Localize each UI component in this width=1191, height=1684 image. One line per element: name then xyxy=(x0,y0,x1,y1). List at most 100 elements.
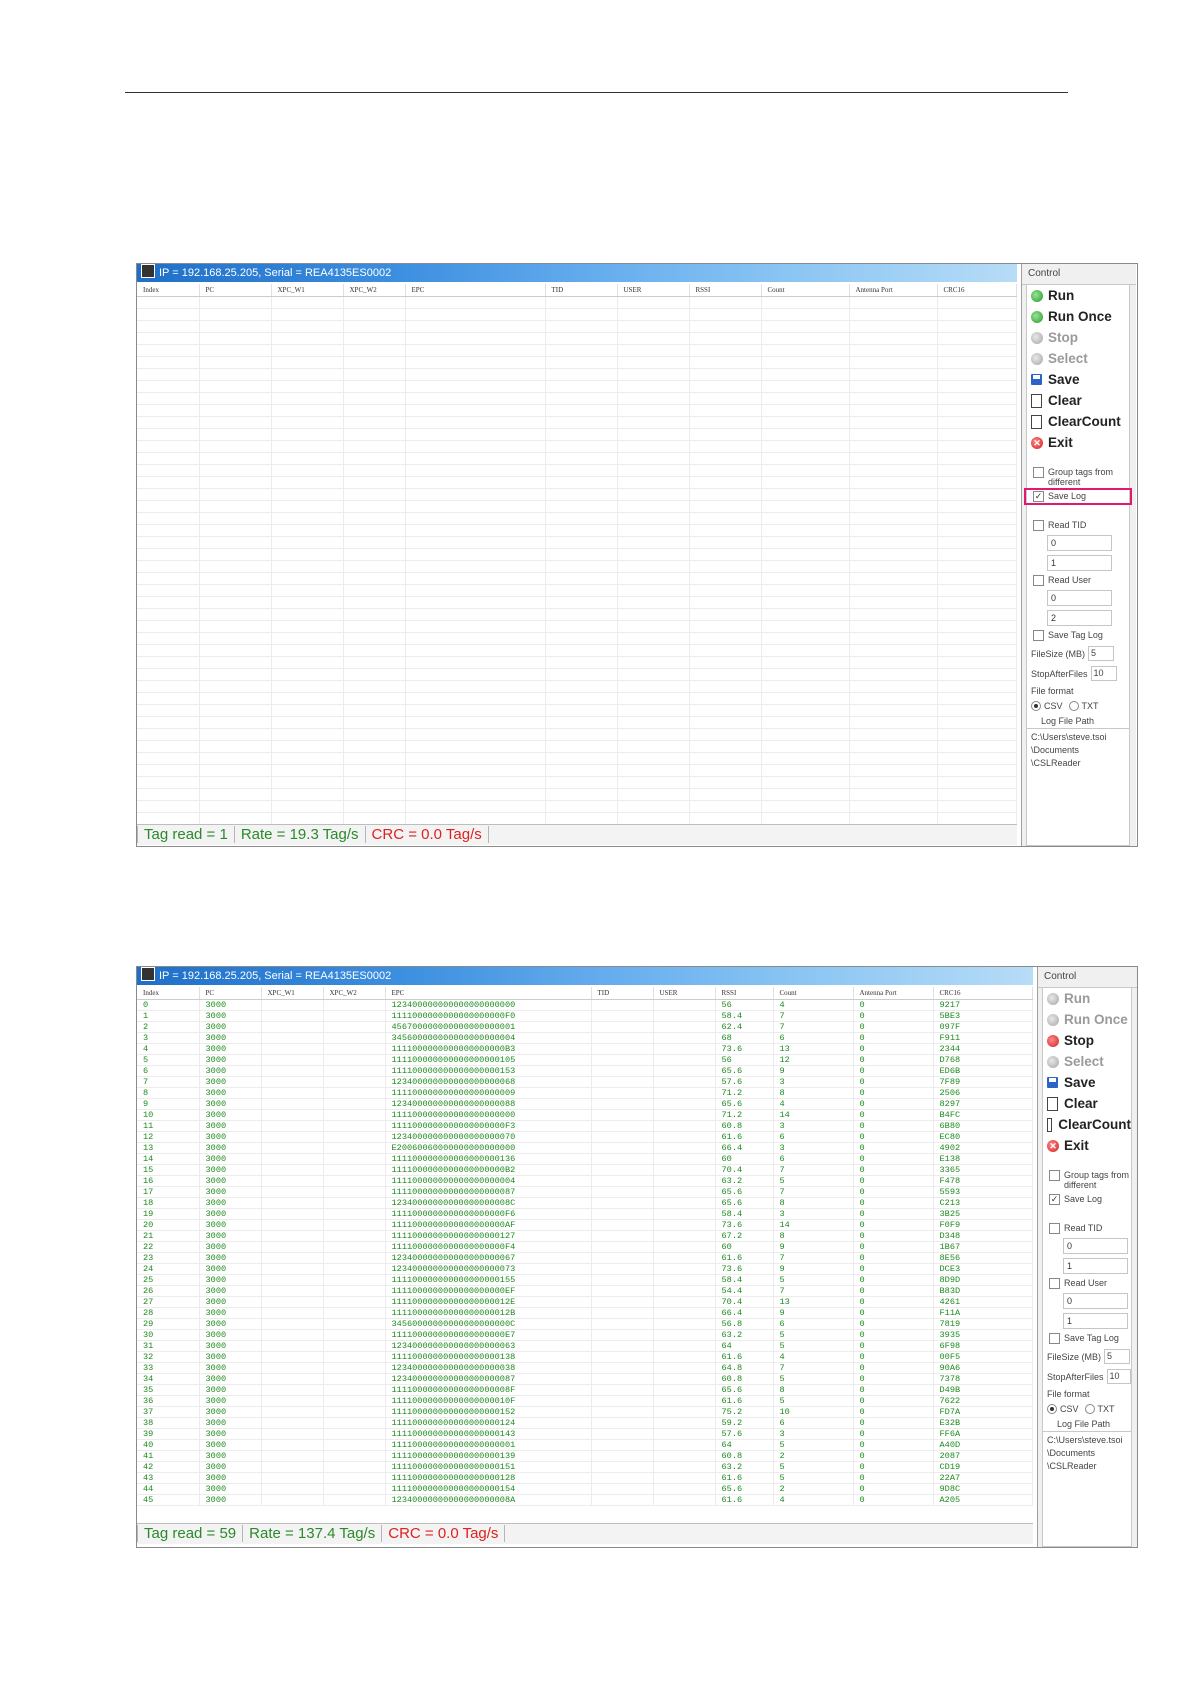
table-row[interactable]: 44 3000 111100000000000000000154 65.6 2 0 9D8C xyxy=(137,1483,1033,1495)
save-log-option[interactable]: ✓ Save Log xyxy=(1024,488,1132,505)
table-row[interactable]: 35 3000 11110000000000000000008F 65.6 8 0 D49B xyxy=(137,1384,1033,1396)
table-row[interactable] xyxy=(137,404,1017,417)
run-once-button[interactable]: Run Once xyxy=(1043,1009,1131,1030)
read-user-checkbox[interactable] xyxy=(1049,1278,1060,1289)
table-row[interactable]: 4 3000 1111000000000000000000B3 73.6 13 0 2344 xyxy=(137,1043,1033,1055)
table-row[interactable] xyxy=(137,572,1017,585)
csv-radio[interactable] xyxy=(1047,1404,1057,1414)
table-row[interactable]: 36 3000 11110000000000000000010F 61.6 5 0 7622 xyxy=(137,1395,1033,1407)
filesize-input[interactable]: 5 xyxy=(1104,1349,1131,1364)
column-header-antenna-port[interactable]: Antenna Port xyxy=(849,284,938,297)
column-header-xpc-w1[interactable]: XPC_W1 xyxy=(261,987,324,1000)
table-row[interactable] xyxy=(137,452,1017,465)
group-tags-option[interactable]: Group tags from different xyxy=(1043,1170,1131,1190)
table-row[interactable]: 8 3000 111100000000000000000009 71.2 8 0 2506 xyxy=(137,1087,1033,1099)
select-button[interactable]: Select xyxy=(1027,348,1129,369)
stop-button[interactable]: Stop xyxy=(1027,327,1129,348)
filesize-input[interactable]: 5 xyxy=(1088,646,1115,661)
column-header-crc16[interactable]: CRC16 xyxy=(937,284,1017,297)
table-row[interactable]: 31 3000 123400000000000000000063 64 5 0 6F98 xyxy=(137,1340,1033,1352)
table-row[interactable] xyxy=(137,764,1017,777)
read-tid-option[interactable]: Read TID xyxy=(1043,1223,1131,1234)
table-row[interactable]: 15 3000 1111000000000000000000B2 70.4 7 0 3365 xyxy=(137,1164,1033,1176)
table-row[interactable] xyxy=(137,548,1017,561)
table-row[interactable]: 14 3000 111100000000000000000136 60 6 0 E138 xyxy=(137,1153,1033,1165)
table-row[interactable]: 6 3000 111100000000000000000153 65.6 9 0 ED6B xyxy=(137,1065,1033,1077)
tag-grid[interactable]: Index PC XPC_W1 XPC_W2 EPC TID USER RSSI Count An… xyxy=(137,987,1033,1523)
table-row[interactable]: 40 3000 111100000000000000000001 64 5 0 A40D xyxy=(137,1439,1033,1451)
table-row[interactable]: 19 3000 1111000000000000000000F6 58.4 3 0 3B25 xyxy=(137,1208,1033,1220)
table-row[interactable] xyxy=(137,428,1017,441)
table-row[interactable] xyxy=(137,800,1017,813)
run-once-button[interactable]: Run Once xyxy=(1027,306,1129,327)
table-row[interactable] xyxy=(137,356,1017,369)
save-log-option[interactable]: ✓ Save Log xyxy=(1043,1194,1131,1205)
column-header-epc[interactable]: EPC xyxy=(385,987,592,1000)
table-row[interactable]: 17 3000 111100000000000000000087 65.6 7 0 5593 xyxy=(137,1186,1033,1198)
stop-after-input[interactable]: 10 xyxy=(1090,666,1117,681)
read-tid-checkbox[interactable] xyxy=(1033,520,1044,531)
table-row[interactable]: 16 3000 111100000000000000000004 63.2 5 0 F478 xyxy=(137,1175,1033,1187)
table-row[interactable]: 7 3000 123400000000000000000068 57.6 3 0 7F89 xyxy=(137,1076,1033,1088)
save-tag-log-option[interactable]: Save Tag Log xyxy=(1043,1333,1131,1344)
table-row[interactable]: 38 3000 111100000000000000000124 59.2 6 0 E32B xyxy=(137,1417,1033,1429)
column-header-crc16[interactable]: CRC16 xyxy=(933,987,1033,1000)
table-row[interactable] xyxy=(137,608,1017,621)
table-row[interactable] xyxy=(137,416,1017,429)
table-row[interactable] xyxy=(137,440,1017,453)
user-field-0[interactable]: 0 xyxy=(1063,1293,1128,1309)
table-row[interactable]: 30 3000 1111000000000000000000E7 63.2 5 0 3935 xyxy=(137,1329,1033,1341)
column-header-rssi[interactable]: RSSI xyxy=(689,284,762,297)
read-user-option[interactable]: Read User xyxy=(1043,1278,1131,1289)
table-row[interactable]: 43 3000 111100000000000000000128 61.6 5 0 22A7 xyxy=(137,1472,1033,1484)
log-path-box[interactable]: C:\Users\steve.tsoi \Documents \CSLReader xyxy=(1043,1431,1131,1471)
table-row[interactable] xyxy=(137,740,1017,753)
table-row[interactable] xyxy=(137,560,1017,573)
tid-field-1[interactable]: 1 xyxy=(1063,1258,1128,1274)
table-row[interactable] xyxy=(137,524,1017,537)
table-row[interactable] xyxy=(137,632,1017,645)
user-field-0[interactable]: 0 xyxy=(1047,590,1112,606)
save-log-checkbox[interactable]: ✓ xyxy=(1049,1194,1060,1205)
save-button[interactable]: Save xyxy=(1043,1072,1131,1093)
table-row[interactable] xyxy=(137,488,1017,501)
column-header-tid[interactable]: TID xyxy=(545,284,618,297)
log-path-box[interactable]: C:\Users\steve.tsoi \Documents \CSLReader xyxy=(1027,728,1129,768)
table-row[interactable]: 13 3000 E20060060000000000000000 66.4 3 0 4902 xyxy=(137,1142,1033,1154)
column-header-xpc-w2[interactable]: XPC_W2 xyxy=(323,987,386,1000)
table-row[interactable]: 23 3000 123400000000000000000067 61.6 7 0 8E56 xyxy=(137,1252,1033,1264)
table-row[interactable]: 22 3000 1111000000000000000000F4 60 9 0 1B67 xyxy=(137,1241,1033,1253)
table-row[interactable]: 26 3000 1111000000000000000000EF 54.4 7 0 B83D xyxy=(137,1285,1033,1297)
table-row[interactable]: 11 3000 1111000000000000000000F3 60.8 3 0 6B80 xyxy=(137,1120,1033,1132)
txt-radio[interactable] xyxy=(1084,1404,1095,1414)
table-row[interactable] xyxy=(137,596,1017,609)
table-row[interactable] xyxy=(137,584,1017,597)
table-row[interactable] xyxy=(137,368,1017,381)
column-header-count[interactable]: Count xyxy=(773,987,854,1000)
stop-button[interactable]: Stop xyxy=(1043,1030,1131,1051)
table-row[interactable] xyxy=(137,668,1017,681)
table-row[interactable]: 29 3000 34560000000000000000000C 56.8 6 0 7819 xyxy=(137,1318,1033,1330)
table-row[interactable]: 42 3000 111100000000000000000151 63.2 5 0 CD19 xyxy=(137,1461,1033,1473)
table-row[interactable] xyxy=(137,332,1017,345)
table-row[interactable]: 12 3000 123400000000000000000070 61.6 6 0 EC80 xyxy=(137,1131,1033,1143)
column-header-user[interactable]: USER xyxy=(653,987,716,1000)
column-header-tid[interactable]: TID xyxy=(591,987,654,1000)
table-row[interactable] xyxy=(137,776,1017,789)
read-tid-option[interactable]: Read TID xyxy=(1027,520,1129,531)
table-row[interactable] xyxy=(137,728,1017,741)
table-row[interactable] xyxy=(137,536,1017,549)
user-field-1[interactable]: 1 xyxy=(1063,1313,1128,1329)
table-row[interactable]: 0 3000 123400000000000000000000 56 4 0 9217 xyxy=(137,999,1033,1011)
txt-radio[interactable] xyxy=(1068,701,1079,711)
run-button[interactable]: Run xyxy=(1043,988,1131,1009)
table-row[interactable]: 33 3000 123400000000000000000038 64.8 7 0 90A6 xyxy=(137,1362,1033,1374)
table-row[interactable] xyxy=(137,680,1017,693)
table-row[interactable]: 27 3000 11110000000000000000012E 70.4 13 0 426… xyxy=(137,1296,1033,1308)
tid-field-1[interactable]: 1 xyxy=(1047,555,1112,571)
column-header-pc[interactable]: PC xyxy=(199,284,272,297)
column-header-index[interactable]: Index xyxy=(137,284,200,297)
clearcount-button[interactable]: ClearCount xyxy=(1027,411,1129,432)
save-log-checkbox[interactable]: ✓ xyxy=(1033,491,1044,502)
table-row[interactable] xyxy=(137,476,1017,489)
